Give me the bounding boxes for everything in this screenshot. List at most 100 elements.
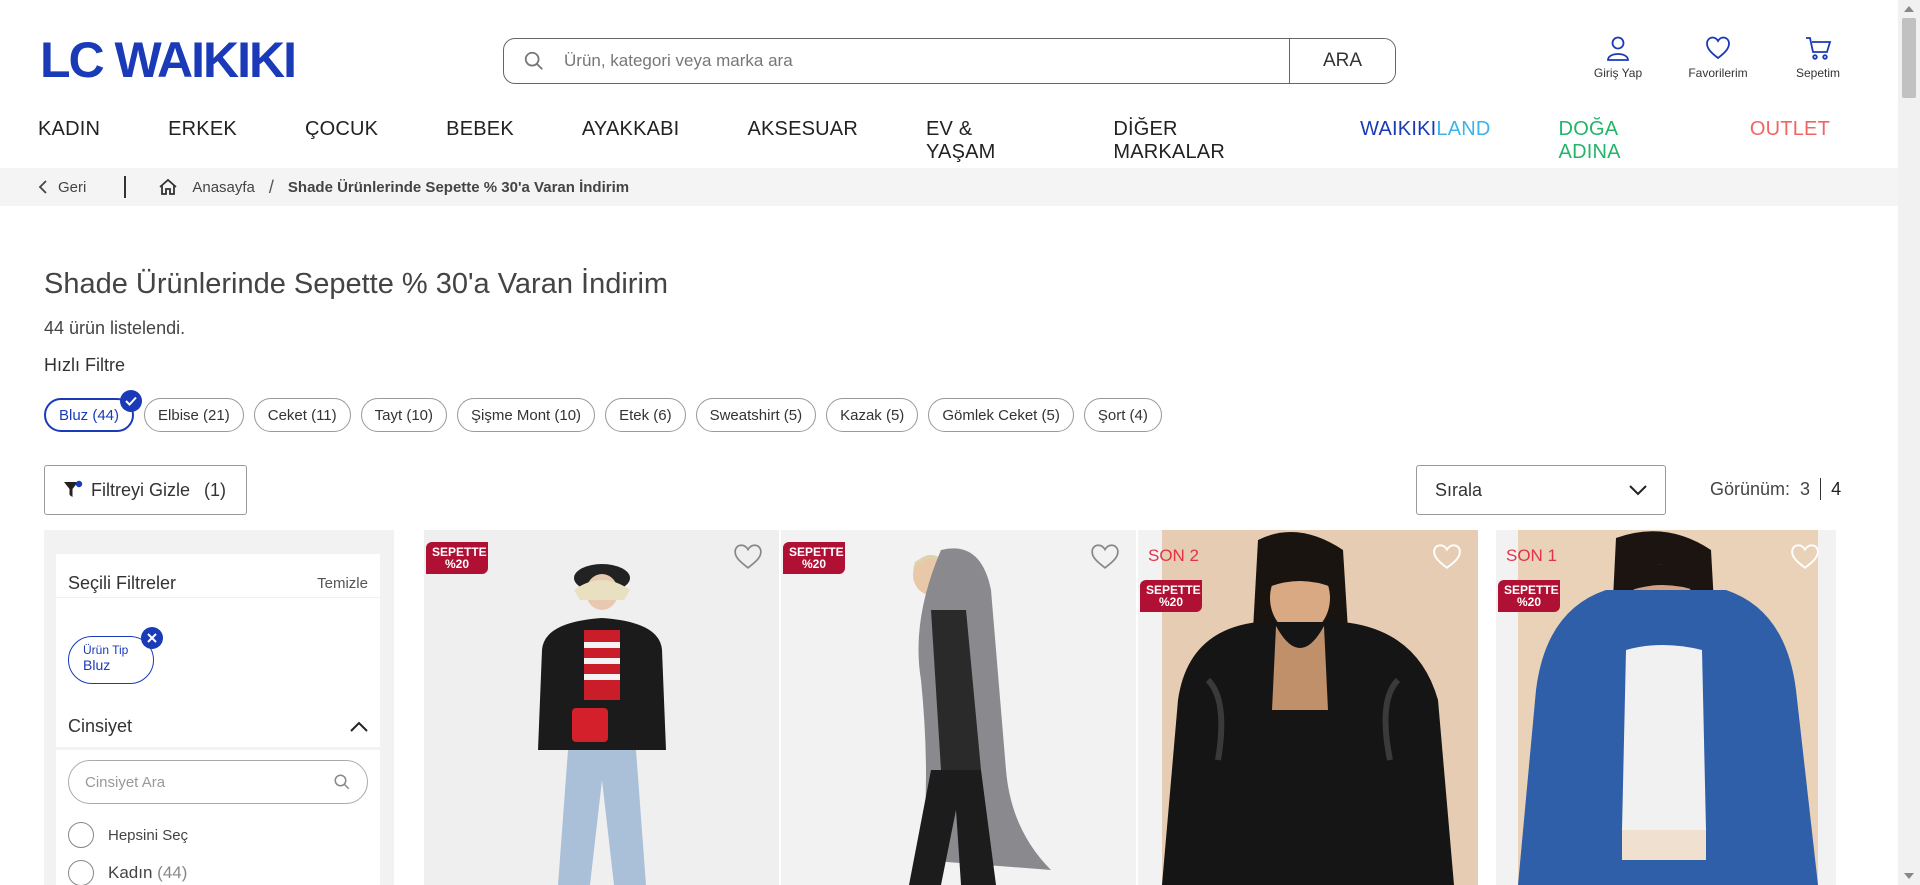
clear-filters-link[interactable]: Temizle	[317, 575, 368, 592]
heart-icon[interactable]	[1790, 542, 1820, 570]
check-icon	[120, 390, 143, 412]
nav-item-waikikiland[interactable]: WAIKIKILAND	[1360, 118, 1490, 164]
breadcrumb-slash: /	[268, 176, 274, 197]
nav-item-diger-markalar[interactable]: DİĞER MARKALAR	[1113, 118, 1292, 164]
sort-dropdown[interactable]: Sırala	[1416, 465, 1666, 515]
breadcrumb-current: Shade Ürünlerinde Sepette % 30'a Varan İ…	[287, 178, 630, 196]
discount-badge: SEPETTE %20	[426, 542, 488, 574]
search-button[interactable]: ARA	[1289, 39, 1395, 83]
breadcrumb-home-label: Anasayfa	[192, 178, 255, 196]
nav-item-ayakkabi[interactable]: AYAKKABI	[582, 118, 680, 164]
radio-button[interactable]	[68, 860, 94, 885]
quick-filter-chip-sort[interactable]: Şort (4)	[1083, 398, 1162, 432]
stock-count-label: SON 2	[1148, 546, 1200, 565]
nav-item-ev-yasam[interactable]: EV & YAŞAM	[926, 118, 1045, 164]
breadcrumb-home[interactable]: Anasayfa	[158, 178, 255, 196]
nav-item-cocuk[interactable]: ÇOCUK	[305, 118, 378, 164]
favorites-label: Favorilerim	[1688, 66, 1748, 80]
nav-item-erkek[interactable]: ERKEK	[168, 118, 237, 164]
selected-filters-panel: Seçili Filtreler Temizle Ürün Tip Bluz	[56, 554, 380, 710]
quick-filter-chip-kazak[interactable]: Kazak (5)	[826, 398, 919, 432]
nav-item-bebek[interactable]: BEBEK	[446, 118, 514, 164]
hide-filter-button[interactable]: Filtreyi Gizle (1)	[44, 465, 247, 515]
heart-icon[interactable]	[733, 542, 763, 570]
selected-tag-value: Bluz	[83, 657, 111, 673]
main-nav: KADIN ERKEK ÇOCUK BEBEK AYAKKABI AKSESUA…	[38, 118, 1898, 164]
discount-badge: SEPETTE %20	[1140, 580, 1202, 612]
nav-item-aksesuar[interactable]: AKSESUAR	[747, 118, 858, 164]
sort-label: Sırala	[1435, 479, 1483, 500]
nav-item-doga-adina[interactable]: DOĞA ADINA	[1559, 118, 1682, 164]
gender-filter-header[interactable]: Cinsiyet	[56, 706, 380, 750]
quick-filter-chip-tayt[interactable]: Tayt (10)	[360, 398, 448, 432]
chevron-up-icon	[350, 721, 368, 732]
page-title: Shade Ürünlerinde Sepette % 30'a Varan İ…	[44, 268, 669, 300]
breadcrumb: Geri Anasayfa / Shade Ürünlerinde Sepett…	[0, 168, 1898, 206]
radio-button[interactable]	[68, 822, 94, 848]
selected-filters-title: Seçili Filtreler	[68, 573, 177, 593]
option-kadin-label: Kadın	[108, 863, 153, 882]
quick-filter-chip-elbise[interactable]: Elbise (21)	[144, 398, 244, 432]
heart-icon[interactable]	[1090, 542, 1120, 570]
quick-filter-chip-sisme-mont[interactable]: Şişme Mont (10)	[457, 398, 596, 432]
quick-filter-chip-ceket[interactable]: Ceket (11)	[253, 398, 351, 432]
logo-text: LC WAIKIKI	[40, 32, 297, 88]
option-label: Kadın (44)	[108, 863, 187, 883]
gender-filter-panel: Cinsiyet Hepsini Seç Kadın (44)	[56, 706, 380, 885]
breadcrumb-divider	[124, 176, 127, 198]
nav-item-outlet[interactable]: OUTLET	[1750, 118, 1830, 164]
cart-icon	[1806, 37, 1832, 60]
chevron-down-icon	[1629, 484, 1647, 495]
user-icon	[1607, 36, 1629, 61]
discount-badge: SEPETTE %20	[783, 542, 845, 574]
close-icon[interactable]	[141, 627, 163, 649]
gender-search-input[interactable]	[85, 773, 305, 791]
search-input[interactable]	[564, 39, 1289, 83]
page-scrollbar[interactable]	[1898, 0, 1920, 885]
discount-badge: SEPETTE %20	[1498, 580, 1560, 612]
chip-label: Bluz (44)	[59, 406, 120, 424]
quick-filter-chip-bluz[interactable]: Bluz (44)	[44, 390, 143, 432]
view-divider	[1820, 478, 1822, 500]
back-button[interactable]: Geri	[38, 179, 86, 196]
heart-icon[interactable]	[1432, 542, 1462, 570]
login-label: Giriş Yap	[1593, 66, 1643, 80]
login-button[interactable]: Giriş Yap	[1568, 34, 1668, 80]
option-kadin-count: (44)	[157, 863, 188, 882]
view-toggle: Görünüm: 3 4	[1710, 478, 1841, 500]
quick-filter-chip-etek[interactable]: Etek (6)	[605, 398, 686, 432]
product-card[interactable]: SEPETTE %20	[424, 530, 779, 885]
hide-filter-label: Filtreyi Gizle	[91, 479, 191, 500]
back-label: Geri	[58, 178, 87, 196]
site-header: LC WAIKIKI ARA Giriş Yap Favorilerim Sep…	[0, 0, 1898, 168]
gender-filter-title: Cinsiyet	[68, 716, 133, 736]
gender-option-kadin[interactable]: Kadın (44)	[68, 860, 187, 885]
product-card[interactable]: SON 1 SEPETTE %20	[1496, 530, 1836, 885]
brand-logo[interactable]: LC WAIKIKI	[40, 32, 297, 88]
gender-option-select-all[interactable]: Hepsini Seç	[68, 822, 188, 848]
scroll-down-arrow[interactable]	[1904, 873, 1914, 879]
product-card[interactable]: SON 2 SEPETTE %20	[1138, 530, 1478, 885]
cart-button[interactable]: Sepetim	[1768, 34, 1868, 80]
quick-filter-chip-gomlek-ceket[interactable]: Gömlek Ceket (5)	[928, 398, 1074, 432]
selected-filter-tag[interactable]: Ürün Tip Bluz	[68, 627, 163, 684]
nav-item-kadin[interactable]: KADIN	[38, 118, 100, 164]
filter-icon	[64, 480, 83, 497]
waikikiland-part2: LAND	[1436, 118, 1491, 140]
search-icon	[334, 774, 350, 790]
favorites-button[interactable]: Favorilerim	[1668, 34, 1768, 80]
selected-tag-key: Ürün Tip	[83, 643, 129, 657]
scrollbar-thumb[interactable]	[1902, 18, 1916, 98]
selected-filters-header: Seçili Filtreler Temizle	[56, 554, 380, 598]
scroll-up-arrow[interactable]	[1904, 6, 1914, 12]
stock-count-label: SON 1	[1506, 546, 1558, 565]
view-3-columns[interactable]: 3	[1800, 479, 1810, 500]
view-4-columns[interactable]: 4	[1831, 479, 1841, 500]
search-icon	[504, 39, 564, 83]
waikikiland-part1: WAIKIKI	[1360, 118, 1437, 140]
quick-filter-chip-sweatshirt[interactable]: Sweatshirt (5)	[695, 398, 817, 432]
product-card[interactable]: SEPETTE %20	[781, 530, 1136, 885]
chevron-left-icon	[38, 180, 47, 194]
filter-sidebar: Seçili Filtreler Temizle Ürün Tip Bluz C…	[44, 530, 394, 885]
product-image	[781, 530, 1136, 885]
